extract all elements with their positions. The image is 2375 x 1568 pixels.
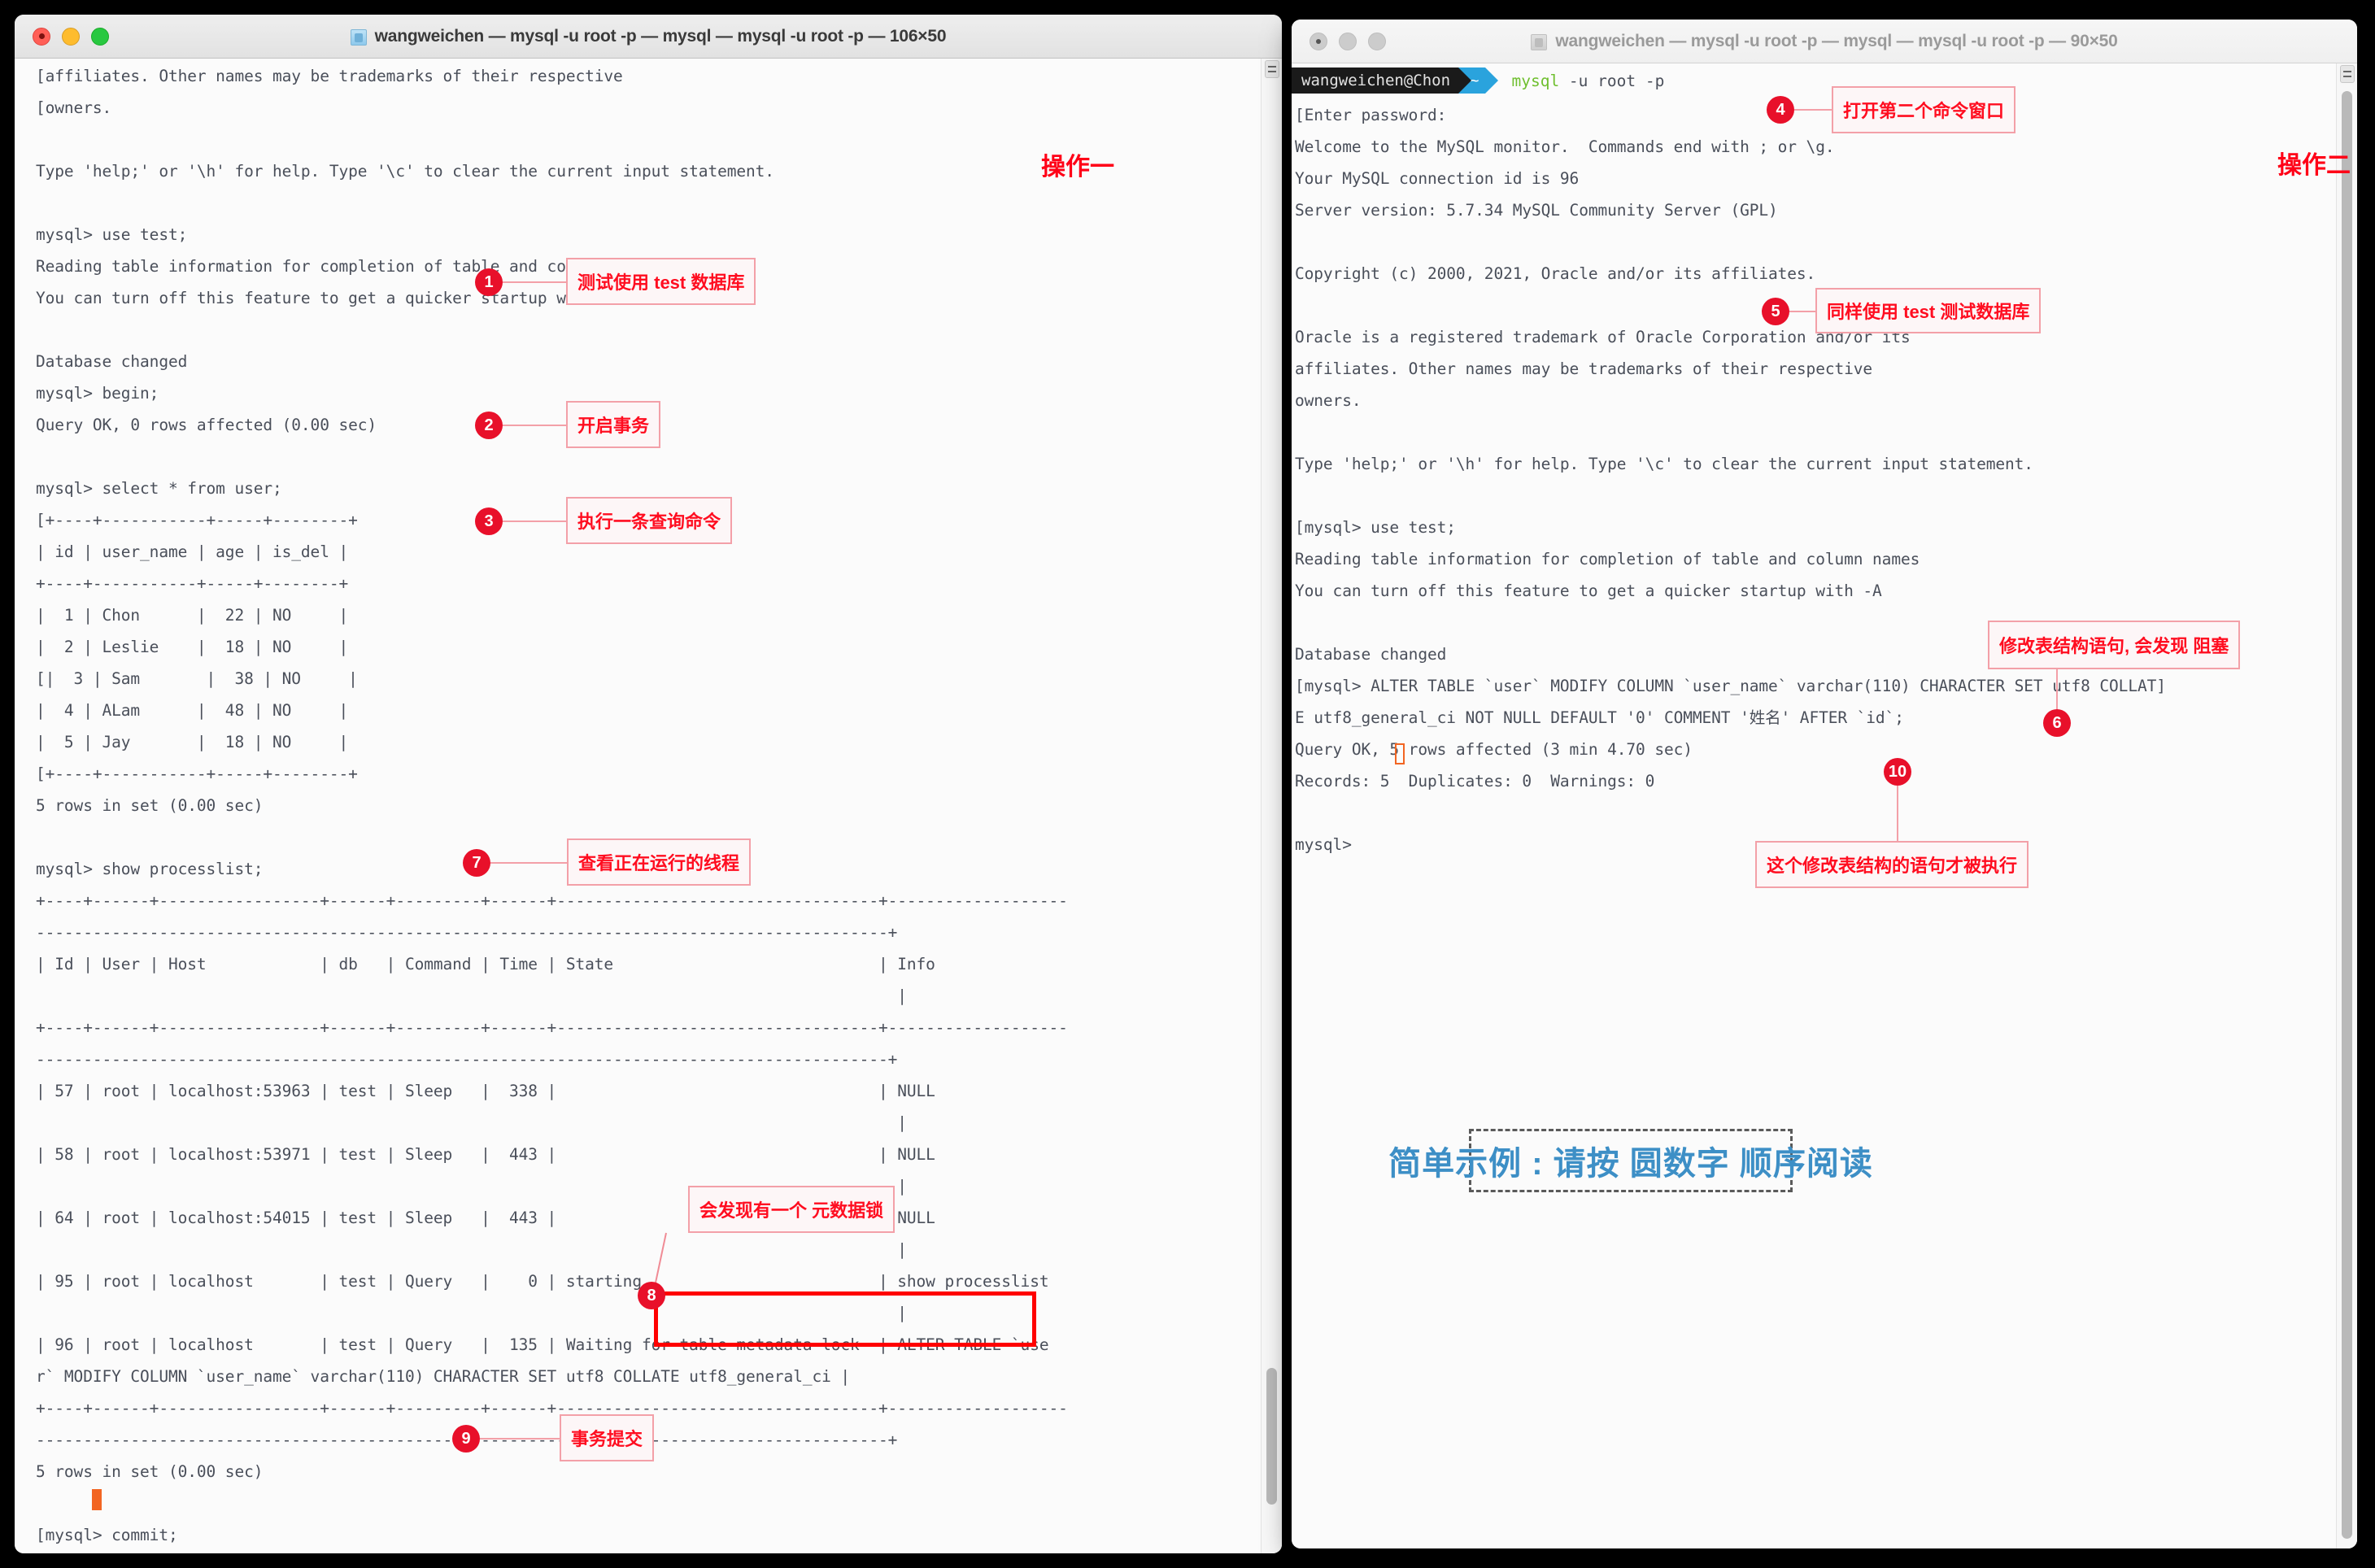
folder-icon bbox=[350, 28, 367, 46]
scrollbar-top-button[interactable] bbox=[2340, 65, 2355, 83]
annotation-leader-4 bbox=[1794, 109, 1832, 111]
right-scrollbar-thumb[interactable] bbox=[2342, 91, 2352, 1539]
annotation-leader-9 bbox=[480, 1438, 560, 1440]
right-window-controls[interactable] bbox=[1310, 32, 1386, 50]
left-scrollbar[interactable] bbox=[1261, 59, 1282, 1553]
annotation-badge-4: 4 bbox=[1767, 96, 1794, 124]
screenshot-root: wangweichen — mysql -u root -p — mysql —… bbox=[0, 0, 2375, 1568]
footer-note: 简单示例 : 请按 圆数字 顺序阅读 bbox=[1388, 1129, 1872, 1192]
right-terminal-body[interactable]: wangweichen@Chon ~ mysql -u root -p [Ent… bbox=[1292, 63, 2357, 1548]
annotation-callout-2: 开启事务 bbox=[566, 401, 661, 448]
left-title-group: wangweichen — mysql -u root -p — mysql —… bbox=[15, 15, 1282, 58]
annotation-callout-4: 打开第二个命令窗口 bbox=[1832, 86, 2016, 133]
left-window-controls[interactable] bbox=[33, 27, 109, 46]
annotation-leader-1 bbox=[503, 281, 566, 283]
annotation-callout-9: 事务提交 bbox=[560, 1414, 655, 1461]
maximize-button[interactable] bbox=[91, 27, 109, 46]
right-section-label: 操作二 bbox=[2277, 152, 2351, 179]
annotation-leader-5 bbox=[1789, 311, 1815, 312]
annotation-callout-8: 会发现有一个 元数据锁 bbox=[688, 1186, 896, 1233]
left-terminal-body[interactable]: [affiliates. Other names may be trademar… bbox=[15, 59, 1282, 1553]
right-title-group: wangweichen — mysql -u root -p — mysql —… bbox=[1292, 20, 2357, 63]
left-scrollbar-thumb[interactable] bbox=[1266, 1368, 1277, 1505]
annotation-leader-10 bbox=[1897, 786, 1898, 841]
prompt-user-host: wangweichen@Chon bbox=[1292, 68, 1459, 94]
minimize-button[interactable] bbox=[1339, 32, 1357, 50]
annotation-badge-8: 8 bbox=[638, 1282, 665, 1309]
annotation-leader-3 bbox=[503, 520, 566, 522]
folder-icon bbox=[1531, 33, 1548, 50]
annotation-badge-5: 5 bbox=[1762, 298, 1789, 325]
right-terminal-output: [Enter password: Welcome to the MySQL mo… bbox=[1295, 106, 2166, 854]
right-cursor bbox=[1395, 743, 1405, 764]
prompt-command: mysql -u root -p bbox=[1511, 71, 1665, 90]
annotation-badge-10: 10 bbox=[1884, 758, 1911, 786]
shell-prompt: wangweichen@Chon ~ mysql -u root -p bbox=[1292, 68, 1664, 94]
maximize-button[interactable] bbox=[1368, 32, 1386, 50]
metadata-lock-highlight bbox=[654, 1291, 1036, 1347]
prompt-arrow-black-icon bbox=[1458, 68, 1472, 94]
annotation-callout-5: 同样使用 test 测试数据库 bbox=[1815, 288, 2042, 333]
close-button[interactable] bbox=[1310, 32, 1327, 50]
annotation-badge-9: 9 bbox=[452, 1425, 480, 1453]
close-button[interactable] bbox=[33, 27, 50, 46]
terminal-window-right[interactable]: wangweichen — mysql -u root -p — mysql —… bbox=[1292, 20, 2357, 1548]
prompt-arrow-blue-icon bbox=[1485, 68, 1499, 94]
annotation-badge-6: 6 bbox=[2043, 709, 2071, 737]
annotation-badge-1: 1 bbox=[475, 268, 503, 296]
annotation-badge-2: 2 bbox=[475, 412, 503, 439]
scrollbar-top-button[interactable] bbox=[1265, 60, 1279, 78]
right-titlebar[interactable]: wangweichen — mysql -u root -p — mysql —… bbox=[1292, 20, 2357, 63]
left-titlebar[interactable]: wangweichen — mysql -u root -p — mysql —… bbox=[15, 15, 1282, 59]
right-window-title: wangweichen — mysql -u root -p — mysql —… bbox=[1555, 31, 2118, 50]
right-scrollbar[interactable] bbox=[2336, 63, 2357, 1548]
annotation-callout-7: 查看正在运行的线程 bbox=[567, 838, 752, 886]
annotation-badge-7: 7 bbox=[463, 849, 490, 877]
annotation-callout-3: 执行一条查询命令 bbox=[566, 497, 733, 544]
annotation-leader-2 bbox=[503, 425, 566, 426]
annotation-callout-1: 测试使用 test 数据库 bbox=[566, 258, 756, 305]
terminal-window-left[interactable]: wangweichen — mysql -u root -p — mysql —… bbox=[15, 15, 1282, 1553]
annotation-badge-3: 3 bbox=[475, 507, 503, 535]
left-section-label: 操作一 bbox=[1041, 154, 1114, 181]
annotation-callout-10: 这个修改表结构的语句才被执行 bbox=[1755, 841, 2029, 888]
minimize-button[interactable] bbox=[62, 27, 80, 46]
left-window-title: wangweichen — mysql -u root -p — mysql —… bbox=[374, 26, 947, 46]
annotation-callout-6: 修改表结构语句, 会发现 阻塞 bbox=[1988, 621, 2241, 669]
left-cursor bbox=[92, 1489, 102, 1510]
annotation-leader-7 bbox=[490, 862, 567, 864]
